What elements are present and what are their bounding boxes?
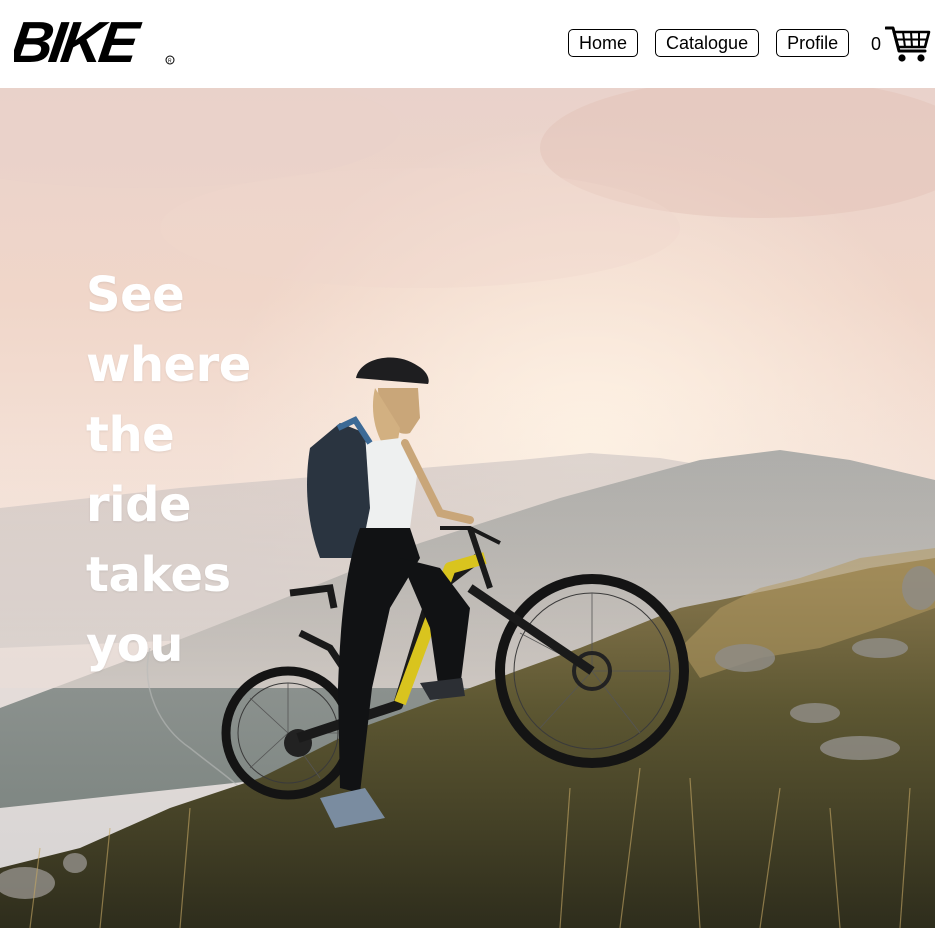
hero-heading-line: where [86, 337, 251, 393]
nav-profile-button[interactable]: Profile [776, 29, 850, 57]
site-header: BIKE R Home Catalogue Profile 0 [0, 0, 935, 88]
hero-heading-line: See [86, 267, 185, 323]
bike-logo-mark: BIKE R [14, 12, 175, 68]
hero-section: See where the ride takes you [0, 88, 935, 928]
shopping-cart-icon [885, 26, 931, 62]
cart-count: 0 [871, 33, 882, 54]
main-nav: Home Catalogue Profile [568, 29, 866, 57]
hero-heading-line: takes [86, 547, 231, 603]
svg-text:R: R [168, 59, 172, 65]
hero-heading-line: ride [86, 477, 192, 533]
bike-logo[interactable]: BIKE R [14, 12, 184, 68]
nav-home-button[interactable]: Home [568, 29, 639, 57]
hero-heading-line: you [86, 617, 183, 673]
hero-heading-line: the [86, 407, 175, 463]
hero-heading: See where the ride takes you [86, 260, 286, 680]
logo-text: BIKE [14, 12, 145, 68]
cart-button[interactable]: 0 [871, 22, 931, 66]
nav-catalogue-button[interactable]: Catalogue [655, 29, 760, 57]
